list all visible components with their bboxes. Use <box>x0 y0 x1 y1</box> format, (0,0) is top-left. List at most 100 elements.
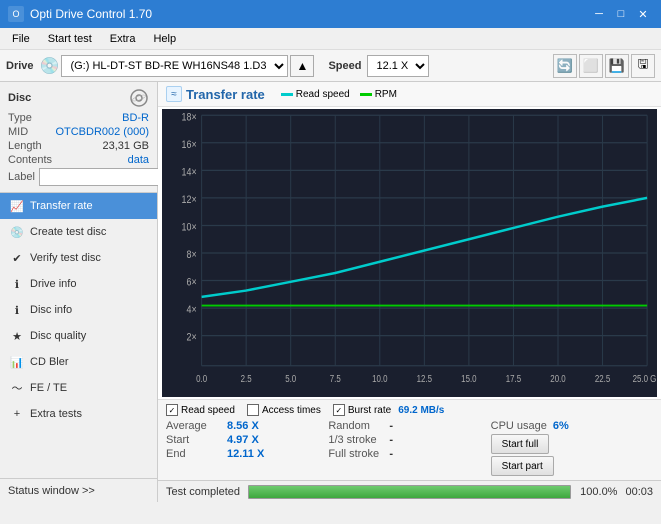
random-value: - <box>389 420 429 432</box>
drive-bar: Drive 💿 (G:) HL-DT-ST BD-RE WH16NS48 1.D… <box>0 50 661 82</box>
drive-info-icon: ℹ <box>10 277 24 291</box>
menu-bar: File Start test Extra Help <box>0 28 661 50</box>
nav-verify-test-disc[interactable]: ✔ Verify test disc <box>0 245 157 271</box>
status-window-button[interactable]: Status window >> <box>0 478 157 502</box>
window-controls: ─ □ ✕ <box>589 5 653 23</box>
menu-help[interactable]: Help <box>145 31 184 47</box>
start-full-button[interactable]: Start full <box>491 434 550 454</box>
svg-text:17.5: 17.5 <box>506 373 521 384</box>
burst-rate-checkbox-label: Burst rate <box>348 405 391 416</box>
svg-text:18×: 18× <box>182 111 197 123</box>
chart-legend: Read speed RPM <box>281 89 397 100</box>
nav-fe-te-label: FE / TE <box>30 382 67 394</box>
start-part-button[interactable]: Start part <box>491 456 554 476</box>
close-button[interactable]: ✕ <box>633 5 653 23</box>
svg-text:15.0: 15.0 <box>461 373 476 384</box>
stat-full-stroke: Full stroke - <box>328 448 490 460</box>
random-label: Random <box>328 420 383 432</box>
nav-cd-bler[interactable]: 📊 CD Bler <box>0 349 157 375</box>
fe-te-icon: 〜 <box>10 381 24 395</box>
eject-button[interactable]: ▲ <box>290 55 314 77</box>
status-window-label: Status window >> <box>8 485 95 497</box>
progress-bar-inner <box>249 486 570 498</box>
chart-svg: 18× 16× 14× 12× 10× 8× 6× 4× 2× 0.0 2.5 … <box>162 109 657 397</box>
drive-select[interactable]: (G:) HL-DT-ST BD-RE WH16NS48 1.D3 <box>61 55 288 77</box>
menu-start-test[interactable]: Start test <box>40 31 100 47</box>
speed-label: Speed <box>328 60 361 72</box>
read-speed-checkbox-item[interactable]: ✓ Read speed <box>166 404 235 416</box>
stat-random: Random - <box>328 420 490 432</box>
app-icon: O <box>8 6 24 22</box>
chart-container: 18× 16× 14× 12× 10× 8× 6× 4× 2× 0.0 2.5 … <box>162 109 657 397</box>
label-input[interactable] <box>39 168 177 186</box>
legend-read-speed-label: Read speed <box>296 89 350 100</box>
cd-bler-icon: 📊 <box>10 355 24 369</box>
nav-extra-tests[interactable]: + Extra tests <box>0 401 157 427</box>
stat-start-full-row: Start full <box>491 434 653 454</box>
nav-create-test-disc[interactable]: 💿 Create test disc <box>0 219 157 245</box>
svg-text:12.5: 12.5 <box>417 373 432 384</box>
nav-transfer-rate[interactable]: 📈 Transfer rate <box>0 193 157 219</box>
nav-extra-tests-label: Extra tests <box>30 408 82 420</box>
stat-one-third: 1/3 stroke - <box>328 434 490 446</box>
svg-text:5.0: 5.0 <box>285 373 296 384</box>
app-title: Opti Drive Control 1.70 <box>30 7 152 21</box>
svg-text:4×: 4× <box>187 304 197 316</box>
speed-select[interactable]: 12.1 X <box>367 55 429 77</box>
access-times-checkbox-item[interactable]: Access times <box>247 404 321 416</box>
chart-stats: ✓ Read speed Access times ✓ Burst rate 6… <box>158 399 661 480</box>
end-value: 12.11 X <box>227 448 267 460</box>
nav-fe-te[interactable]: 〜 FE / TE <box>0 375 157 401</box>
disc-panel: Disc Type BD-R MID OTCBDR002 (000) Leng <box>0 82 157 193</box>
stats-rows: Average 8.56 X Start 4.97 X End 12.11 X <box>166 420 653 476</box>
svg-text:6×: 6× <box>187 277 197 289</box>
nav-transfer-rate-label: Transfer rate <box>30 200 93 212</box>
svg-text:7.5: 7.5 <box>330 373 341 384</box>
svg-text:16×: 16× <box>182 139 197 151</box>
save-button[interactable]: 🖫 <box>631 54 655 78</box>
nav-items: 📈 Transfer rate 💿 Create test disc ✔ Ver… <box>0 193 157 478</box>
content-area: ≈ Transfer rate Read speed RPM <box>158 82 661 502</box>
one-third-value: - <box>389 434 429 446</box>
stat-end: End 12.11 X <box>166 448 328 460</box>
create-test-icon: 💿 <box>10 225 24 239</box>
nav-disc-info-label: Disc info <box>30 304 72 316</box>
label-label: Label <box>8 171 35 183</box>
stat-average: Average 8.56 X <box>166 420 328 432</box>
nav-disc-info[interactable]: ℹ Disc info <box>0 297 157 323</box>
read-speed-checkbox[interactable]: ✓ <box>166 404 178 416</box>
nav-drive-info[interactable]: ℹ Drive info <box>0 271 157 297</box>
average-label: Average <box>166 420 221 432</box>
minimize-button[interactable]: ─ <box>589 5 609 23</box>
progress-percent: 100.0% <box>579 486 617 498</box>
erase-button[interactable]: ⬜ <box>579 54 603 78</box>
access-times-checkbox-label: Access times <box>262 405 321 416</box>
menu-extra[interactable]: Extra <box>102 31 144 47</box>
legend-rpm-label: RPM <box>375 89 397 100</box>
nav-disc-quality[interactable]: ★ Disc quality <box>0 323 157 349</box>
stats-col-2: Random - 1/3 stroke - Full stroke - <box>328 420 490 476</box>
mid-label: MID <box>8 126 28 138</box>
maximize-button[interactable]: □ <box>611 5 631 23</box>
stat-start-part-row: Start part <box>491 456 653 476</box>
extra-tests-icon: + <box>10 407 24 421</box>
contents-value: data <box>128 154 149 166</box>
access-times-checkbox[interactable] <box>247 404 259 416</box>
burst-rate-checkbox[interactable]: ✓ <box>333 404 345 416</box>
disc-panel-title: Disc <box>8 92 31 104</box>
burst-rate-checkbox-item[interactable]: ✓ Burst rate 69.2 MB/s <box>333 404 445 416</box>
menu-file[interactable]: File <box>4 31 38 47</box>
stats-col-3: CPU usage 6% Start full Start part <box>491 420 653 476</box>
transfer-rate-icon: 📈 <box>10 199 24 213</box>
stats-col-1: Average 8.56 X Start 4.97 X End 12.11 X <box>166 420 328 476</box>
refresh-button[interactable]: 🔄 <box>553 54 577 78</box>
burn-button[interactable]: 💾 <box>605 54 629 78</box>
svg-text:20.0: 20.0 <box>550 373 565 384</box>
read-speed-checkbox-label: Read speed <box>181 405 235 416</box>
svg-text:2×: 2× <box>187 332 197 344</box>
stat-cpu: CPU usage 6% <box>491 420 653 432</box>
disc-info-icon: ℹ <box>10 303 24 317</box>
legend-rpm: RPM <box>360 89 397 100</box>
chart-title: Transfer rate <box>186 87 265 102</box>
disc-quality-icon: ★ <box>10 329 24 343</box>
